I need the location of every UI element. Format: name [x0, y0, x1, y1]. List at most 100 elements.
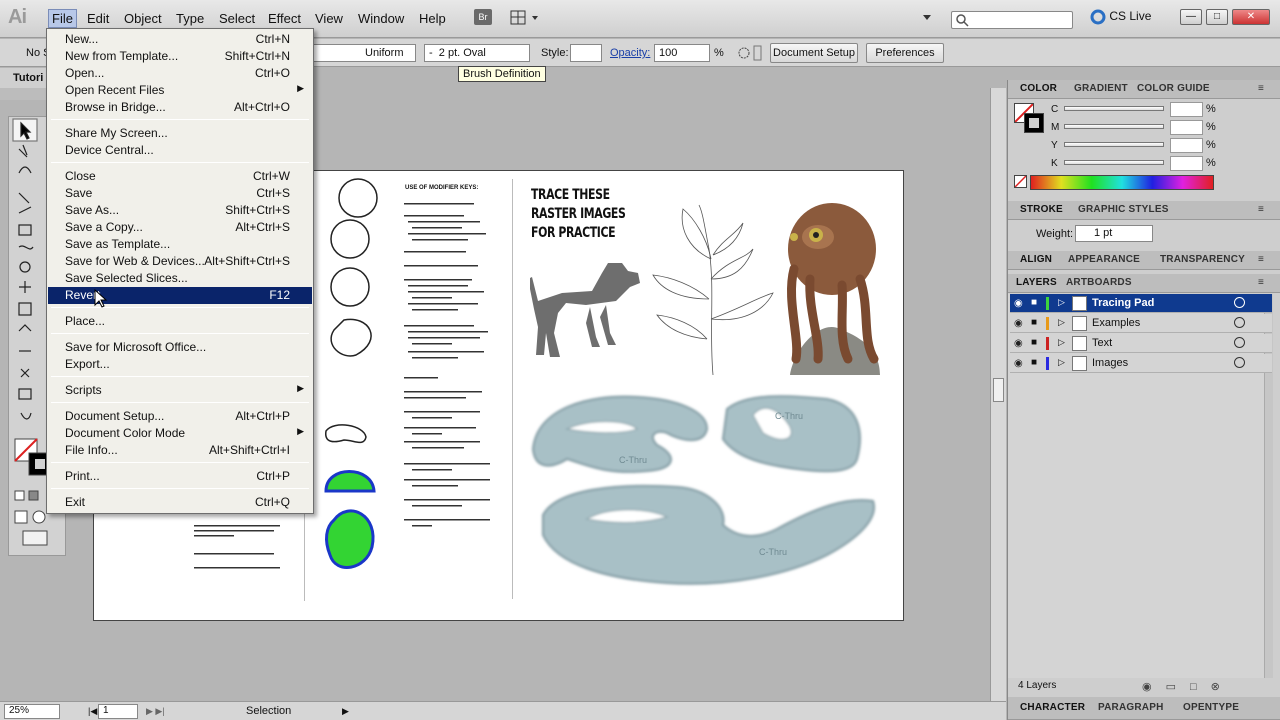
tab-gradient[interactable]: GRADIENT [1074, 83, 1128, 94]
document-tab[interactable]: Tutori [0, 68, 50, 88]
menu-object[interactable]: Object [124, 11, 162, 26]
cyan-slider[interactable] [1064, 106, 1164, 111]
arrange-documents-icon[interactable] [510, 10, 540, 26]
menu-help[interactable]: Help [419, 11, 446, 26]
maximize-button[interactable]: □ [1206, 9, 1228, 25]
file-menu-item-document-setup[interactable]: Document Setup... Alt+Ctrl+P [48, 408, 312, 425]
close-button[interactable]: ✕ [1232, 9, 1270, 25]
file-menu-item-exit[interactable]: Exit Ctrl+Q [48, 494, 312, 511]
magenta-input[interactable] [1170, 120, 1203, 135]
file-menu-item-scripts[interactable]: Scripts ▶ [48, 382, 312, 399]
layer-row[interactable]: ◉ ■ ▷ Examples [1010, 314, 1272, 333]
file-menu-item-export[interactable]: Export... [48, 356, 312, 373]
none-swatch[interactable] [1014, 175, 1027, 188]
page-dropdown[interactable]: 1 [98, 704, 138, 719]
file-menu-item-save-selected-slices[interactable]: Save Selected Slices... [48, 270, 312, 287]
file-menu-item-new[interactable]: New... Ctrl+N [48, 31, 312, 48]
opacity-input[interactable]: 100 [654, 44, 710, 62]
tab-layers[interactable]: LAYERS [1016, 277, 1057, 288]
opacity-label[interactable]: Opacity: [610, 47, 650, 59]
expand-arrow-icon[interactable]: ▷ [1058, 317, 1065, 328]
recolor-artwork-icon[interactable] [734, 43, 762, 63]
file-menu-item-save[interactable]: Save Ctrl+S [48, 185, 312, 202]
black-slider[interactable] [1064, 160, 1164, 165]
file-menu-item-open-recent-files[interactable]: Open Recent Files ▶ [48, 82, 312, 99]
menu-edit[interactable]: Edit [87, 11, 109, 26]
lock-icon[interactable]: ■ [1031, 337, 1037, 348]
status-menu-icon[interactable]: ▶ [342, 706, 349, 717]
magenta-slider[interactable] [1064, 124, 1164, 129]
file-menu-item-save-for-web-devices[interactable]: Save for Web & Devices... Alt+Shift+Ctrl+… [48, 253, 312, 270]
file-menu-item-new-from-template[interactable]: New from Template... Shift+Ctrl+N [48, 48, 312, 65]
file-menu-item-save-as-template[interactable]: Save as Template... [48, 236, 312, 253]
preferences-button[interactable]: Preferences [866, 43, 944, 63]
menu-view[interactable]: View [315, 11, 343, 26]
tab-opentype[interactable]: OPENTYPE [1183, 702, 1239, 713]
minimize-button[interactable]: — [1180, 9, 1202, 25]
menu-select[interactable]: Select [219, 11, 255, 26]
file-menu-item-device-central[interactable]: Device Central... [48, 142, 312, 159]
file-menu-item-browse-in-bridge[interactable]: Browse in Bridge... Alt+Ctrl+O [48, 99, 312, 116]
layer-row[interactable]: ◉ ■ ▷ Images [1010, 354, 1272, 373]
visibility-eye-icon[interactable]: ◉ [1014, 318, 1023, 329]
menu-window[interactable]: Window [358, 11, 404, 26]
yellow-slider[interactable] [1064, 142, 1164, 147]
menu-type[interactable]: Type [176, 11, 204, 26]
first-page-icon[interactable]: |◀ [88, 706, 97, 717]
visibility-eye-icon[interactable]: ◉ [1014, 298, 1023, 309]
target-icon[interactable] [1234, 337, 1245, 348]
file-menu-item-open[interactable]: Open... Ctrl+O [48, 65, 312, 82]
tab-paragraph[interactable]: PARAGRAPH [1098, 702, 1164, 713]
lock-icon[interactable]: ■ [1031, 317, 1037, 328]
style-dropdown[interactable] [570, 44, 602, 62]
expand-arrow-icon[interactable]: ▷ [1058, 297, 1065, 308]
bridge-button[interactable]: Br [474, 9, 492, 25]
expand-arrow-icon[interactable]: ▷ [1058, 357, 1065, 368]
cyan-input[interactable] [1170, 102, 1203, 117]
file-menu-item-file-info[interactable]: File Info... Alt+Shift+Ctrl+I [48, 442, 312, 459]
tab-color[interactable]: COLOR [1020, 83, 1057, 94]
cs-live-button[interactable]: CS Live [1090, 9, 1151, 25]
tab-transparency[interactable]: TRANSPARENCY [1160, 254, 1245, 265]
target-icon[interactable] [1234, 357, 1245, 368]
file-menu-item-revert[interactable]: Revert F12 [48, 287, 312, 304]
brush-dropdown[interactable]: - 2 pt. Oval [424, 44, 530, 62]
file-menu-item-place[interactable]: Place... [48, 313, 312, 330]
stroke-swatch[interactable] [1024, 113, 1044, 133]
yellow-input[interactable] [1170, 138, 1203, 153]
visibility-eye-icon[interactable]: ◉ [1014, 358, 1023, 369]
tab-align[interactable]: ALIGN [1020, 254, 1052, 265]
file-menu-item-save-for-microsoft-office[interactable]: Save for Microsoft Office... [48, 339, 312, 356]
color-spectrum-bar[interactable] [1030, 175, 1214, 190]
tab-stroke[interactable]: STROKE [1020, 204, 1063, 215]
panel-menu-icon[interactable]: ≡ [1258, 277, 1264, 288]
file-menu-item-share-my-screen[interactable]: Share My Screen... [48, 125, 312, 142]
tab-color-guide[interactable]: COLOR GUIDE [1137, 83, 1210, 94]
document-setup-button[interactable]: Document Setup [770, 43, 858, 63]
visibility-eye-icon[interactable]: ◉ [1014, 338, 1023, 349]
panel-menu-icon[interactable]: ≡ [1258, 204, 1264, 215]
layer-row[interactable]: ◉ ■ ▷ Tracing Pad [1010, 294, 1272, 313]
tab-appearance[interactable]: APPEARANCE [1068, 254, 1140, 265]
file-menu-item-print[interactable]: Print... Ctrl+P [48, 468, 312, 485]
zoom-dropdown[interactable]: 25% [4, 704, 60, 719]
scrollbar-thumb[interactable] [993, 378, 1004, 402]
stroke-weight-input[interactable]: 1 pt [1075, 225, 1153, 242]
tab-character[interactable]: CHARACTER [1020, 702, 1085, 713]
tab-graphic-styles[interactable]: GRAPHIC STYLES [1078, 204, 1169, 215]
vertical-scrollbar[interactable] [990, 88, 1006, 702]
black-input[interactable] [1170, 156, 1203, 171]
layer-row[interactable]: ◉ ■ ▷ Text [1010, 334, 1272, 353]
page-nav-icons[interactable]: ▶ ▶| [146, 706, 165, 717]
file-menu-item-save-as[interactable]: Save As... Shift+Ctrl+S [48, 202, 312, 219]
target-icon[interactable] [1234, 297, 1245, 308]
file-menu-item-close[interactable]: Close Ctrl+W [48, 168, 312, 185]
workspace-dropdown-icon[interactable] [922, 13, 932, 25]
menu-file[interactable]: File [48, 9, 77, 28]
layer-action-icons[interactable]: ◉▭□⊗ [1142, 680, 1234, 693]
file-menu-item-save-a-copy[interactable]: Save a Copy... Alt+Ctrl+S [48, 219, 312, 236]
panel-menu-icon[interactable]: ≡ [1258, 254, 1264, 265]
stroke-profile-dropdown[interactable]: Uniform [312, 44, 416, 62]
help-search-input[interactable] [951, 11, 1073, 29]
menu-effect[interactable]: Effect [268, 11, 301, 26]
